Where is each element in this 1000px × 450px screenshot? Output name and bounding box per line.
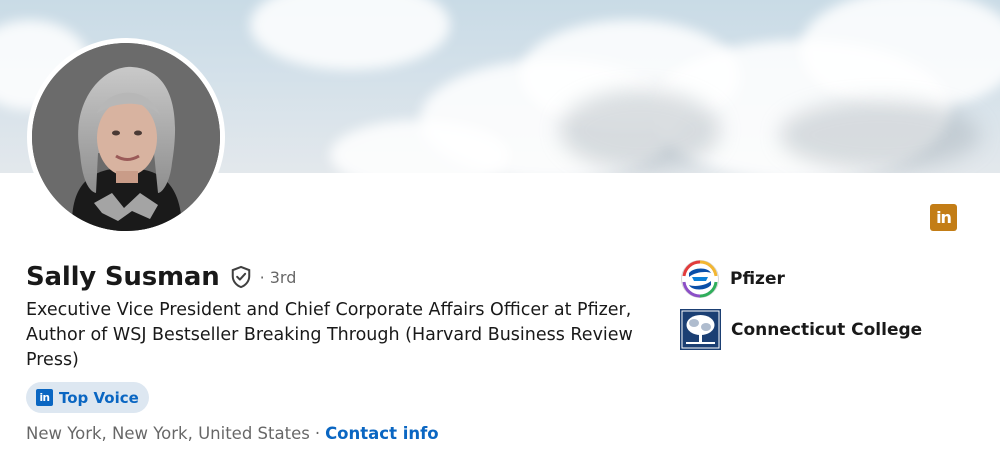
profile-headline: Executive Vice President and Chief Corpo… [26,300,633,370]
contact-info-link[interactable]: Contact info [325,424,439,443]
location-separator: · [314,424,321,443]
org-item-connecticut-college[interactable]: Connecticut College [680,309,922,350]
org-name: Connecticut College [731,319,923,340]
portrait-illustration [32,43,220,231]
linkedin-corner-icon-text: in [936,208,952,227]
top-voice-label: Top Voice [59,388,139,407]
linkedin-corner-icon: in [930,204,957,231]
verified-shield-icon[interactable] [230,265,252,289]
linkedin-icon: in [36,389,53,406]
profile-name: Sally Susman [26,262,220,292]
location-row: New York, New York, United States · Cont… [26,424,439,443]
name-row: Sally Susman · 3rd [26,262,296,292]
org-item-pfizer[interactable]: Pfizer [680,259,785,299]
location-text: New York, New York, United States [26,424,310,443]
profile-photo[interactable] [27,38,225,236]
top-voice-badge[interactable]: in Top Voice [26,382,149,413]
org-name: Pfizer [730,269,785,289]
connecticut-college-logo-icon [680,309,721,350]
pfizer-logo-icon [681,260,719,298]
avatar [32,43,220,231]
connection-degree: · 3rd [259,267,297,287]
